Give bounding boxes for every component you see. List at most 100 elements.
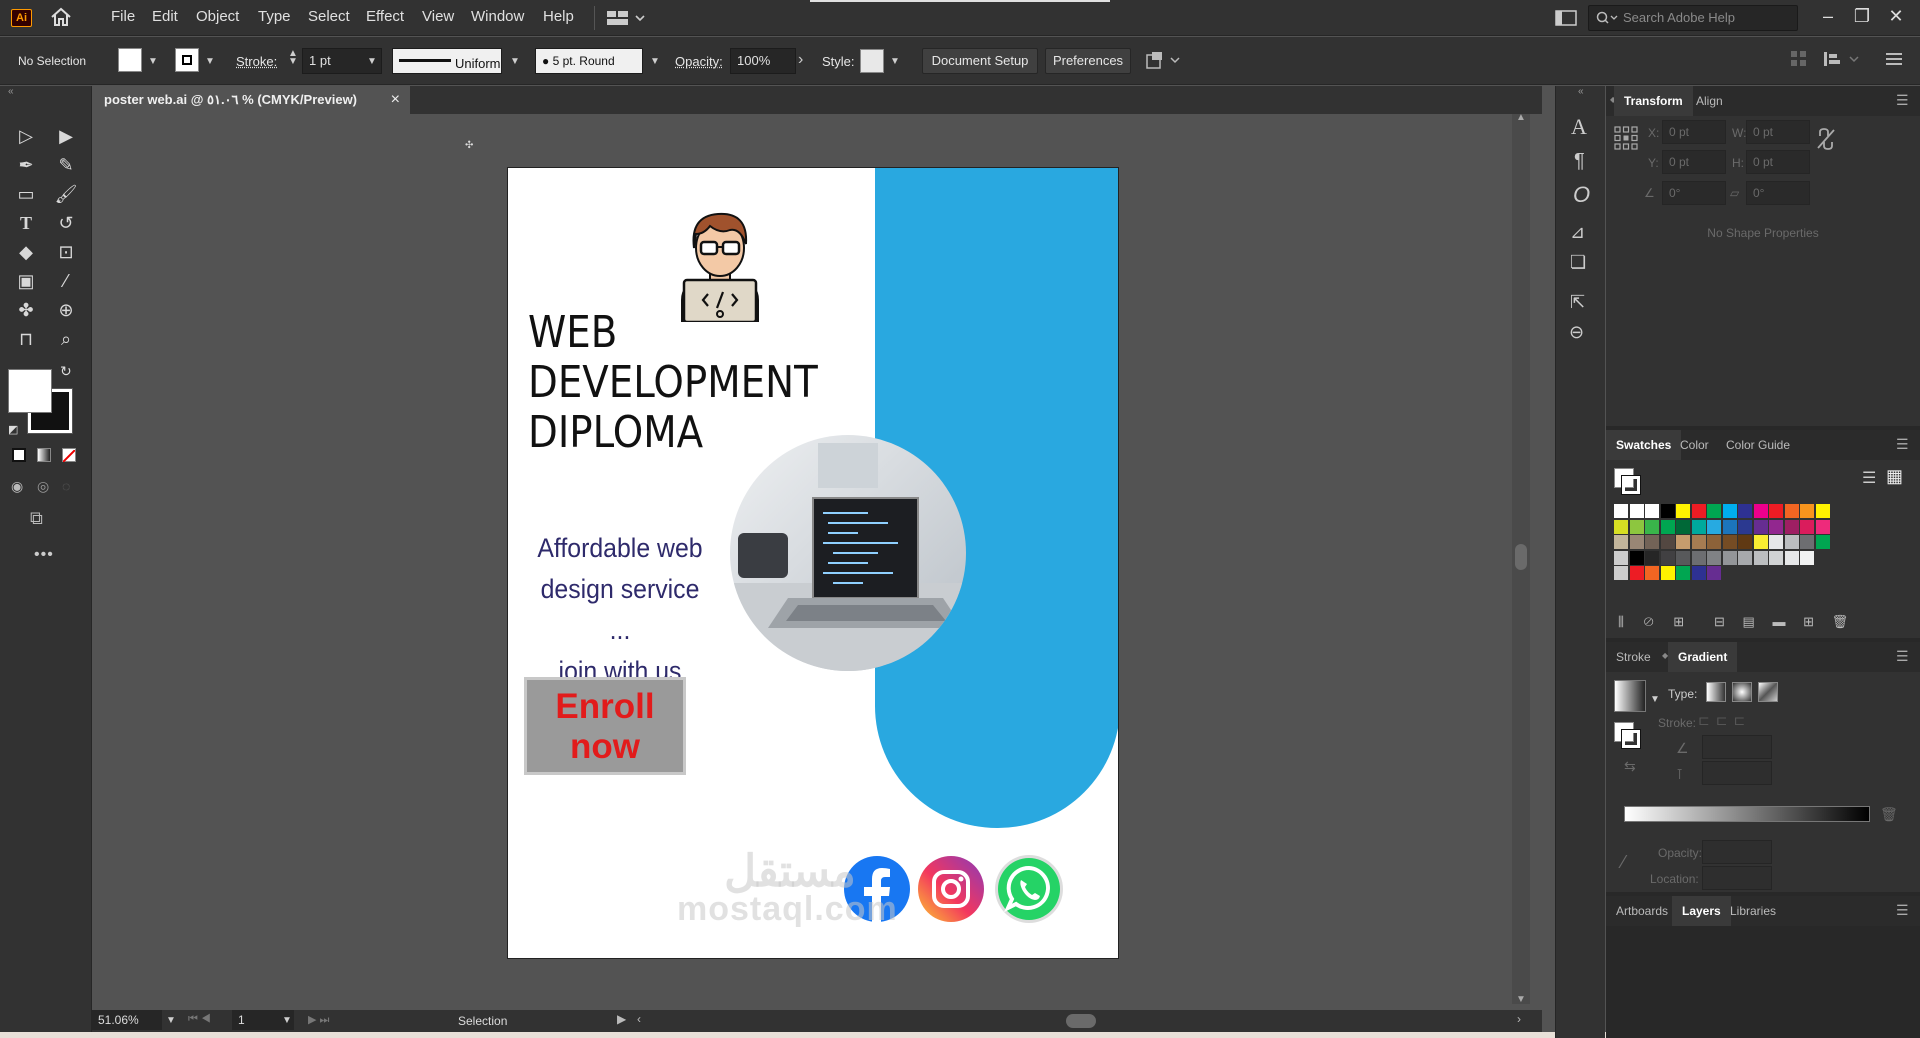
draw-inside-icon[interactable]: ◌ <box>62 478 70 494</box>
home-icon[interactable] <box>50 7 72 27</box>
paragraph-styles-icon[interactable]: ❏ <box>1570 252 1586 273</box>
linear-gradient-icon[interactable] <box>1706 682 1726 702</box>
color-swatch[interactable] <box>1707 519 1721 534</box>
eyedropper-tool-icon[interactable]: ⁄ <box>52 268 80 294</box>
w-field[interactable]: 0 pt <box>1746 120 1810 144</box>
whatsapp-icon[interactable] <box>994 854 1064 924</box>
first-artboard-icon[interactable]: ⏮ ◀ <box>188 1013 211 1026</box>
screen-mode-icon[interactable]: ⧉ <box>30 508 43 529</box>
new-swatch-icon[interactable]: ⊞ <box>1803 614 1814 629</box>
color-swatch[interactable] <box>1614 550 1628 565</box>
enroll-now-button[interactable]: Enroll now <box>524 677 686 775</box>
status-menu-icon[interactable]: ▶ <box>617 1012 626 1026</box>
swatches-menu-icon[interactable]: ☰ <box>1896 436 1909 453</box>
preferences-button[interactable]: Preferences <box>1045 48 1131 74</box>
color-swatch[interactable] <box>1722 504 1737 518</box>
instagram-icon[interactable] <box>916 854 986 924</box>
color-swatch[interactable] <box>1800 504 1814 518</box>
menu-file[interactable]: File <box>111 8 135 25</box>
close-tab-icon[interactable]: × <box>391 86 400 114</box>
close-window-button[interactable]: ✕ <box>1882 3 1910 31</box>
swatch-kind-icon[interactable]: ⊘ <box>1644 614 1654 629</box>
tab-stroke[interactable]: Stroke <box>1606 642 1661 672</box>
color-swatch[interactable] <box>1614 535 1628 549</box>
color-swatch[interactable] <box>1800 519 1814 534</box>
delete-stop-icon[interactable]: 🗑 <box>1880 806 1898 823</box>
color-swatch[interactable] <box>1614 566 1628 580</box>
gradient-slider[interactable] <box>1624 806 1870 822</box>
graphic-style-swatch[interactable] <box>860 49 884 73</box>
color-swatch[interactable] <box>1645 519 1659 534</box>
color-swatch[interactable] <box>1722 519 1737 534</box>
blend-tool-icon[interactable]: ✤ <box>12 297 40 323</box>
opacity-field[interactable]: 100% <box>730 48 796 74</box>
menu-help[interactable]: Help <box>543 8 574 25</box>
color-swatch[interactable] <box>1691 519 1706 534</box>
delete-swatch-icon[interactable]: 🗑 <box>1832 614 1849 629</box>
tab-gradient[interactable]: Gradient <box>1668 642 1738 672</box>
color-swatch[interactable] <box>1800 550 1814 565</box>
gradient-menu-icon[interactable]: ☰ <box>1896 648 1909 665</box>
panel-menu-icon[interactable] <box>1884 50 1904 68</box>
swatch-edit-icon[interactable]: ▤ <box>1743 614 1755 629</box>
free-transform-tool-icon[interactable]: ⊡ <box>52 239 80 265</box>
color-swatch[interactable] <box>1660 504 1675 518</box>
stroke-chevron-icon[interactable]: ▼ <box>205 56 215 67</box>
paragraph-panel-icon[interactable]: ¶ <box>1574 150 1585 173</box>
color-swatch[interactable] <box>1769 504 1783 518</box>
y-field[interactable]: 0 pt <box>1662 150 1726 174</box>
swatch-libraries-icon[interactable]: ⫼ <box>1618 614 1624 629</box>
menu-type[interactable]: Type <box>258 8 291 25</box>
color-swatch[interactable] <box>1784 535 1799 549</box>
grid-view-icon[interactable]: ▦ <box>1886 466 1903 487</box>
color-swatch[interactable] <box>1738 550 1752 565</box>
poster-tagline[interactable]: Affordable web design service ... join w… <box>528 528 712 692</box>
arrange-documents-icon[interactable] <box>1555 10 1577 26</box>
color-swatch[interactable] <box>1738 519 1752 534</box>
color-swatch[interactable] <box>1769 550 1783 565</box>
color-swatch[interactable] <box>1614 519 1628 534</box>
shape-builder-tool-icon[interactable]: ⊕ <box>52 297 80 323</box>
radial-gradient-icon[interactable] <box>1732 682 1752 702</box>
color-swatch[interactable] <box>1660 566 1675 580</box>
draw-behind-icon[interactable]: ◎ <box>37 478 49 495</box>
color-swatch[interactable] <box>1707 550 1721 565</box>
style-chevron-icon[interactable]: ▼ <box>890 56 900 67</box>
reverse-gradient-icon[interactable]: ⇆ <box>1624 758 1636 775</box>
align-grid-icon[interactable] <box>1790 50 1808 68</box>
tab-color-guide[interactable]: Color Guide <box>1716 430 1800 460</box>
document-setup-button[interactable]: Document Setup <box>922 48 1038 74</box>
color-swatch[interactable] <box>1645 566 1659 580</box>
color-swatch[interactable] <box>1769 535 1783 549</box>
artboard-tool-icon[interactable]: ⊓ <box>12 326 40 352</box>
gradient-aspect-field[interactable] <box>1702 761 1772 785</box>
tab-artboards[interactable]: Artboards <box>1606 896 1678 926</box>
freeform-gradient-icon[interactable] <box>1758 682 1778 702</box>
artboard-chevron-icon[interactable]: ▼ <box>282 1015 292 1026</box>
color-swatch[interactable] <box>1629 566 1644 580</box>
zoom-field[interactable]: 51.06% <box>92 1010 162 1030</box>
last-artboard-icon[interactable]: ▶ ⏭ <box>308 1013 329 1027</box>
direct-selection-tool-icon[interactable]: ▶ <box>52 123 80 149</box>
color-swatch[interactable] <box>1629 504 1644 518</box>
color-swatch[interactable] <box>1738 535 1752 549</box>
color-swatch[interactable] <box>1784 550 1799 565</box>
transform-menu-icon[interactable]: ☰ <box>1896 92 1909 109</box>
color-swatch[interactable] <box>1660 550 1675 565</box>
opacity-label[interactable]: Opacity: <box>675 54 723 69</box>
color-swatch[interactable] <box>1707 504 1721 518</box>
zoom-chevron-icon[interactable]: ▼ <box>166 1015 176 1026</box>
menu-select[interactable]: Select <box>308 8 350 25</box>
tab-transform[interactable]: Transform <box>1614 86 1693 116</box>
horizontal-scroll-thumb[interactable] <box>1066 1014 1096 1028</box>
x-field[interactable]: 0 pt <box>1662 120 1726 144</box>
color-swatch[interactable] <box>1660 519 1675 534</box>
links-icon[interactable]: ⊖ <box>1569 322 1584 343</box>
color-swatch[interactable] <box>1645 535 1659 549</box>
paintbrush-tool-icon[interactable]: 🖌 <box>52 181 80 207</box>
selection-tool-icon[interactable]: ▷ <box>12 123 40 149</box>
distribute-icon[interactable] <box>1822 50 1862 68</box>
vertical-scrollbar[interactable] <box>1512 114 1530 1004</box>
brush-definition[interactable]: ● 5 pt. Round <box>535 48 643 74</box>
h-field[interactable]: 0 pt <box>1746 150 1810 174</box>
